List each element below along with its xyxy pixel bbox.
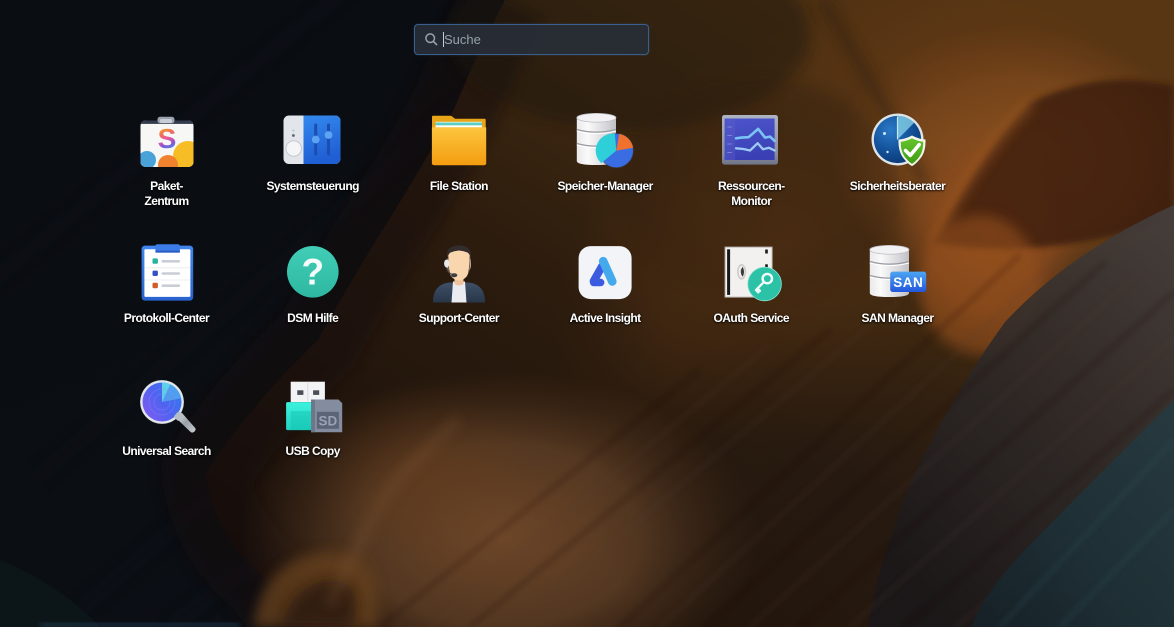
- svg-text:S: S: [157, 123, 176, 154]
- svg-text:?: ?: [301, 252, 324, 293]
- svg-text:SAN: SAN: [893, 275, 923, 290]
- svg-text:SD: SD: [318, 414, 337, 429]
